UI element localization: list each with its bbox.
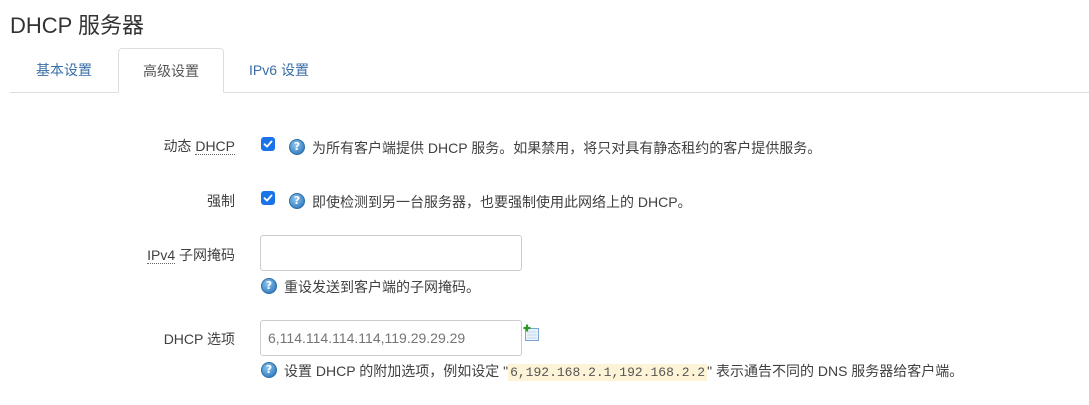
dynamic-dhcp-label: 动态 DHCP [163,136,235,156]
help-icon: ? [289,193,305,209]
dhcp-options-description: 设置 DHCP 的附加选项，例如设定 " 6,192.168.2.1,192.16… [284,361,963,381]
dhcp-server-page: DHCP 服务器 基本设置 高级设置 IPv6 设置 动态 DHCP ? 为所有… [0,0,1089,405]
dhcp-options-description-prefix: 设置 DHCP 的附加选项，例如设定 " [284,363,509,379]
checkmark-icon [263,140,273,148]
tab-bar: 基本设置 高级设置 IPv6 设置 [10,48,1089,93]
tab-ipv6-settings[interactable]: IPv6 设置 [224,48,334,92]
ipv4-netmask-input[interactable] [260,235,522,271]
dynamic-dhcp-label-abbr: DHCP [195,138,235,155]
ipv4-netmask-label: IPv4 子网掩码 [147,245,235,265]
help-icon: ? [289,139,305,155]
force-description: 即使检测到另一台服务器，也要强制使用此网络上的 DHCP。 [312,194,692,210]
tab-basic-settings[interactable]: 基本设置 [10,48,118,92]
help-icon: ? [261,278,277,294]
ipv4-netmask-description: 重设发送到客户端的子网掩码。 [284,279,480,295]
dynamic-dhcp-description: 为所有客户端提供 DHCP 服务。如果禁用，将只对具有静态租约的客户提供服务。 [312,140,822,156]
checkmark-icon [263,194,273,202]
force-label: 强制 [207,193,235,209]
help-icon: ? [261,362,277,378]
ipv4-netmask-label-suffix: 子网掩码 [175,247,235,263]
dhcp-options-example-code: 6,192.168.2.1,192.168.2.2 [508,364,708,381]
dhcp-options-description-suffix: " 表示通告不同的 DNS 服务器给客户端。 [707,363,964,379]
dynamic-dhcp-checkbox[interactable] [261,137,275,151]
add-field-icon[interactable] [523,324,541,342]
tab-advanced-settings[interactable]: 高级设置 [118,48,224,93]
dhcp-options-input[interactable] [260,320,522,356]
page-title: DHCP 服务器 [10,13,145,38]
dhcp-options-label: DHCP 选项 [163,331,235,347]
dynamic-dhcp-label-prefix: 动态 [163,138,196,154]
ipv4-netmask-label-abbr: IPv4 [147,247,176,264]
force-checkbox[interactable] [261,191,275,205]
